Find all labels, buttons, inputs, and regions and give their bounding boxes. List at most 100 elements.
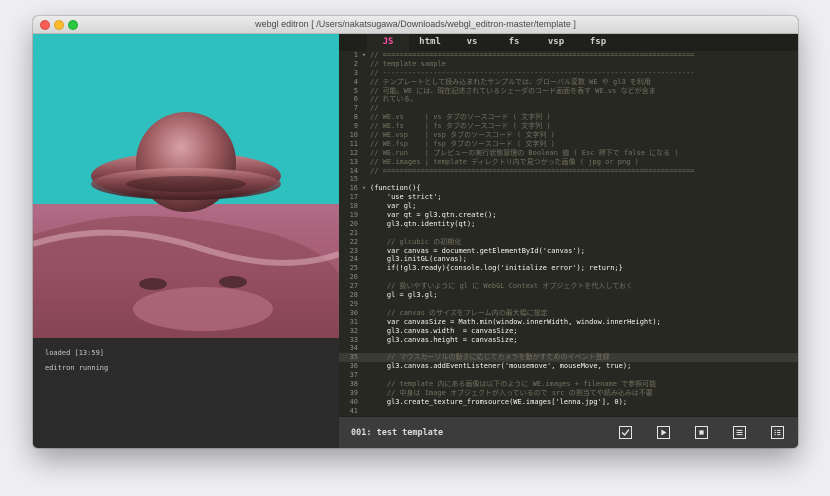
grid-list-button[interactable] — [771, 426, 784, 439]
fold-arrow-icon[interactable]: ▾ — [360, 51, 368, 60]
line-number: 8 — [353, 113, 358, 122]
gutter-spacer — [360, 158, 368, 167]
code-text: gl3.initGL(canvas); — [370, 255, 467, 264]
line-number: 5 — [353, 86, 358, 95]
code-editor[interactable]: 1 ▾// ===================================… — [339, 51, 798, 416]
code-text: gl3.qtn.identity(qt); — [370, 219, 476, 228]
rendered-scene — [33, 112, 339, 338]
stop-icon — [699, 430, 704, 435]
tab-fsp[interactable]: fsp — [577, 34, 619, 51]
code-text: // WE.images | template ディレクトリ内で見つかった画像 … — [370, 157, 639, 166]
line-number: 29 — [349, 299, 358, 308]
gutter-spacer — [360, 264, 368, 273]
gutter-spacer — [360, 389, 368, 398]
code-line: 32 gl3.canvas.width = canvasSize; — [339, 327, 798, 336]
code-line: 14 // ===================================… — [339, 167, 798, 176]
line-number: 10 — [349, 131, 358, 140]
gutter-spacer — [360, 300, 368, 309]
code-line: 11 // WE.fsp | fsp タブのソースコード ( 文字列 ) — [339, 140, 798, 149]
gutter-spacer — [360, 309, 368, 318]
gutter-spacer — [360, 220, 368, 229]
line-number: 3 — [353, 68, 358, 77]
gutter-spacer — [360, 282, 368, 291]
gutter-spacer — [360, 336, 368, 345]
code-line: 13 // WE.images | template ディレクトリ内で見つかった画… — [339, 158, 798, 167]
code-text: // glcubic の初期化 — [370, 237, 462, 246]
code-line: 3 // ------------------------------------… — [339, 69, 798, 78]
code-text: gl = gl3.gl; — [370, 291, 438, 300]
code-line: 19 var qt = gl3.qtn.create(); — [339, 211, 798, 220]
gutter-spacer — [360, 407, 368, 416]
code-text: // 可能。WE には、現在記述されているシェーダのコード画面を表す WE.vs… — [370, 86, 656, 95]
line-number: 40 — [349, 397, 358, 406]
code-line: 29 — [339, 300, 798, 309]
code-text: // れている。 — [370, 95, 418, 104]
gutter-spacer — [360, 211, 368, 220]
line-number: 1 — [353, 51, 358, 59]
fold-arrow-icon[interactable]: ▾ — [360, 184, 368, 193]
gutter-spacer — [360, 69, 368, 78]
console-line: editron running — [45, 364, 109, 372]
line-number: 22 — [349, 237, 358, 246]
code-text: // 扱いやすいように gl に WebGL Context オブジェクトを代入… — [370, 282, 634, 291]
tab-vs[interactable]: vs — [451, 34, 493, 51]
code-line: 26 — [339, 273, 798, 282]
code-text: // — [370, 104, 379, 113]
list-button[interactable] — [733, 426, 746, 439]
code-line: 18 var gl; — [339, 202, 798, 211]
code-line: 38 // template 内にある画像は以下のように WE.images +… — [339, 380, 798, 389]
stop-button[interactable] — [695, 426, 708, 439]
gutter-spacer — [360, 327, 368, 336]
code-line: 41 — [339, 407, 798, 416]
code-line: 20 gl3.qtn.identity(qt); — [339, 220, 798, 229]
gutter-spacer — [360, 193, 368, 202]
tab-js[interactable]: JS — [367, 34, 409, 51]
line-number: 21 — [349, 228, 358, 237]
code-text: // template 内にある画像は以下のように WE.images + fi… — [370, 379, 657, 388]
code-line: 9 // WE.fs | fs タブのソースコード ( 文字列 ) — [339, 122, 798, 131]
line-number: 12 — [349, 148, 358, 157]
code-line: 22 // glcubic の初期化 — [339, 238, 798, 247]
code-text: var canvasSize = Math.min(window.innerWi… — [370, 317, 661, 326]
code-text: // =====================================… — [370, 51, 695, 59]
code-text: gl3.canvas.height = canvasSize; — [370, 335, 518, 344]
tab-html[interactable]: html — [409, 34, 451, 51]
gutter-spacer — [360, 344, 368, 353]
grid-list-icon — [774, 429, 781, 436]
preview-pane: loaded [13:59] editron running — [33, 34, 339, 448]
line-number: 4 — [353, 77, 358, 86]
code-text: // WE.fsp | fsp タブのソースコード ( 文字列 ) — [370, 139, 555, 148]
gutter-spacer — [360, 149, 368, 158]
code-text: var qt = gl3.qtn.create(); — [370, 211, 497, 220]
code-line: 2 // template sample — [339, 60, 798, 69]
gutter-spacer — [360, 104, 368, 113]
check-icon — [621, 429, 630, 437]
gutter-spacer — [360, 140, 368, 149]
checkbox-button[interactable] — [619, 426, 632, 439]
line-number: 2 — [353, 59, 358, 68]
code-line: 25 if(!gl3.ready){console.log('initializ… — [339, 264, 798, 273]
console-output: loaded [13:59] editron running — [45, 346, 108, 376]
code-text: // マウスカーソルの動きに応じてカメラを動かすためのイベント登録 — [370, 353, 610, 362]
code-line: 40 gl3.create_texture_fromsource(WE.imag… — [339, 398, 798, 407]
line-number: 27 — [349, 282, 358, 291]
line-number: 7 — [353, 104, 358, 113]
template-name: 001: test template — [351, 428, 444, 438]
code-line: 33 gl3.canvas.height = canvasSize; — [339, 336, 798, 345]
line-number: 26 — [349, 273, 358, 282]
gutter-spacer — [360, 362, 368, 371]
line-number: 31 — [349, 317, 358, 326]
code-text: gl3.create_texture_fromsource(WE.images[… — [370, 397, 628, 406]
line-number: 14 — [349, 166, 358, 175]
play-button[interactable] — [657, 426, 670, 439]
gutter-spacer — [360, 113, 368, 122]
code-line: 5 // 可能。WE には、現在記述されているシェーダのコード画面を表す WE.v… — [339, 87, 798, 96]
gutter-spacer — [360, 273, 368, 282]
tab-fs[interactable]: fs — [493, 34, 535, 51]
webgl-canvas[interactable] — [33, 34, 339, 338]
line-number: 20 — [349, 219, 358, 228]
tab-vsp[interactable]: vsp — [535, 34, 577, 51]
code-text: // 中身は Image オブジェクトが入っているので src の割当てや読み込… — [370, 388, 653, 397]
